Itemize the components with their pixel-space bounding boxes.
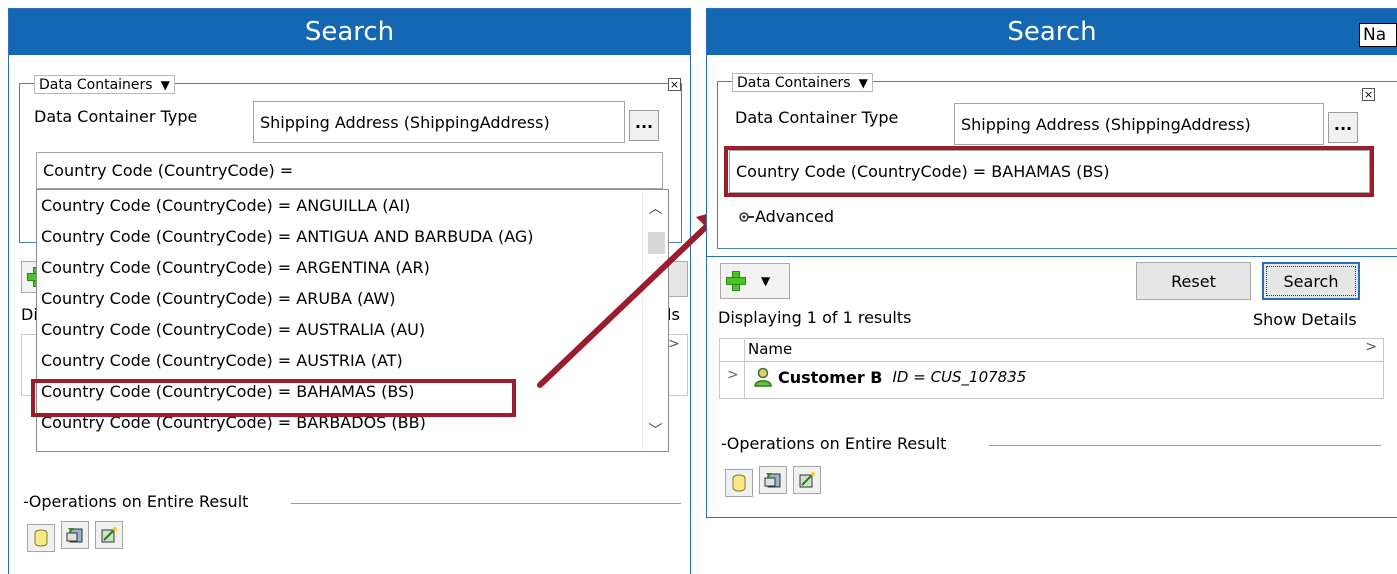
name-field-partial[interactable]: Na xyxy=(1359,23,1397,47)
add-icon xyxy=(725,270,747,292)
panel-title: Search xyxy=(9,9,690,55)
criteria-highlight xyxy=(724,146,1374,197)
close-icon[interactable]: × xyxy=(668,78,681,91)
advanced-toggle[interactable]: Advanced xyxy=(739,207,834,226)
column-header-name[interactable]: Name xyxy=(748,340,792,358)
chevron-right-icon[interactable]: > xyxy=(1365,339,1377,355)
wizard-icon[interactable] xyxy=(95,521,123,549)
divider xyxy=(707,256,1397,257)
selection-highlight xyxy=(31,379,516,417)
wizard-icon[interactable] xyxy=(793,466,821,494)
export-icon[interactable] xyxy=(759,466,787,494)
data-containers-dropdown[interactable]: Data Containers ▼ xyxy=(34,75,175,94)
divider xyxy=(291,503,681,504)
panel-title: Search xyxy=(707,9,1397,55)
browse-button[interactable]: ... xyxy=(629,110,659,141)
search-button[interactable]: Search xyxy=(1262,262,1360,300)
legend-label: Data Containers xyxy=(737,74,851,91)
chevron-down-icon: ▼ xyxy=(761,274,771,288)
results-table: Name > > Customer B ID = CUS_107835 xyxy=(719,338,1384,399)
dc-type-field[interactable]: Shipping Address (ShippingAddress) xyxy=(954,103,1324,145)
reset-button[interactable]: Reset xyxy=(1136,262,1251,300)
result-id: ID = CUS_107835 xyxy=(892,368,1027,386)
database-icon[interactable] xyxy=(725,469,753,497)
results-count: Displaying 1 of 1 results xyxy=(718,308,912,327)
export-icon[interactable] xyxy=(61,521,89,549)
database-icon[interactable] xyxy=(27,524,55,552)
dc-type-label: Data Container Type xyxy=(735,108,899,127)
add-button[interactable]: ▼ xyxy=(720,263,790,299)
close-icon[interactable]: × xyxy=(1362,88,1375,101)
expand-row-icon[interactable]: > xyxy=(727,367,739,383)
expand-icon xyxy=(739,211,754,222)
customer-icon xyxy=(754,367,772,387)
search-panel-after: Search Na Data Containers ▼ × Data Conta… xyxy=(706,8,1397,518)
chevron-down-icon[interactable]: ﹀ xyxy=(643,420,668,445)
show-details-link[interactable]: Show Details xyxy=(1253,310,1357,329)
result-name: Customer B xyxy=(778,367,883,387)
legend-label: Data Containers xyxy=(39,76,153,93)
criteria-input[interactable]: Country Code (CountryCode) = xyxy=(36,152,663,189)
dropdown-arrow-icon: ▼ xyxy=(160,77,170,92)
operations-label: - Operations on Entire Result xyxy=(23,492,249,511)
dropdown-arrow-icon: ▼ xyxy=(858,75,868,90)
data-containers-dropdown[interactable]: Data Containers ▼ xyxy=(732,73,873,92)
dc-type-field[interactable]: Shipping Address (ShippingAddress) xyxy=(253,101,625,143)
dc-type-label: Data Container Type xyxy=(34,107,198,126)
divider xyxy=(989,445,1381,446)
browse-button[interactable]: ... xyxy=(1328,112,1358,143)
operations-label: - Operations on Entire Result xyxy=(721,434,947,453)
table-row[interactable]: Customer B ID = CUS_107835 xyxy=(754,367,1026,387)
